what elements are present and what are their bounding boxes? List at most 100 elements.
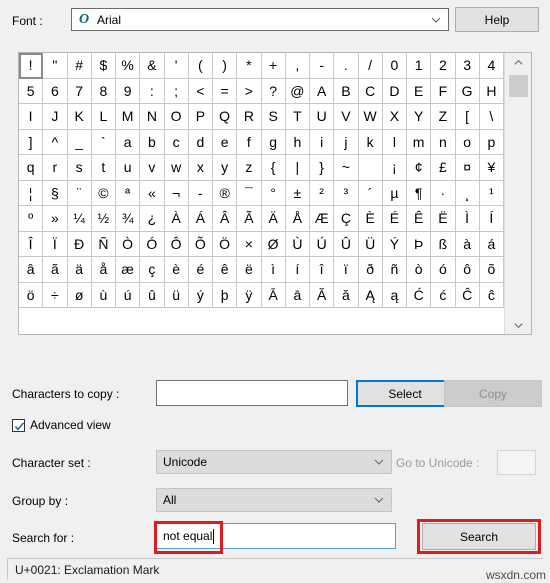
character-cell[interactable]: 8	[91, 78, 116, 104]
character-cell[interactable]: |	[285, 155, 310, 181]
character-cell[interactable]: ë	[237, 257, 262, 283]
character-cell[interactable]: Y	[407, 104, 432, 130]
character-cell[interactable]: ç	[140, 257, 165, 283]
character-cell[interactable]: k	[358, 129, 383, 155]
character-cell[interactable]: *	[237, 53, 262, 79]
character-cell[interactable]: Ä	[261, 206, 286, 232]
character-cell[interactable]: <	[188, 78, 213, 104]
character-cell[interactable]: ã	[43, 257, 68, 283]
character-cell[interactable]: Û	[334, 231, 359, 257]
character-cell[interactable]	[358, 155, 383, 181]
character-cell[interactable]: û	[140, 282, 165, 308]
character-cell[interactable]: ć	[431, 282, 456, 308]
character-cell[interactable]: Ý	[382, 231, 407, 257]
character-cell[interactable]: ą	[382, 282, 407, 308]
character-cell[interactable]: Ê	[407, 206, 432, 232]
character-cell[interactable]: x	[188, 155, 213, 181]
character-cell[interactable]: '	[164, 53, 189, 79]
character-cell[interactable]: O	[164, 104, 189, 130]
character-cell[interactable]: ð	[358, 257, 383, 283]
character-cell[interactable]: À	[164, 206, 189, 232]
character-cell[interactable]: e	[213, 129, 238, 155]
character-cell[interactable]: Ô	[164, 231, 189, 257]
character-cell[interactable]: 5	[19, 78, 44, 104]
character-cell[interactable]: g	[261, 129, 286, 155]
character-cell[interactable]: n	[431, 129, 456, 155]
character-cell[interactable]: ÷	[43, 282, 68, 308]
character-cell[interactable]: /	[358, 53, 383, 79]
character-cell[interactable]: ¸	[455, 180, 480, 206]
character-cell[interactable]: l	[382, 129, 407, 155]
font-combobox[interactable]: O Arial	[71, 8, 449, 31]
character-cell[interactable]: Þ	[407, 231, 432, 257]
character-cell[interactable]: ê	[213, 257, 238, 283]
character-cell[interactable]: ¹	[479, 180, 504, 206]
select-button[interactable]: Select	[356, 380, 454, 407]
character-cell[interactable]: ª	[116, 180, 141, 206]
character-cell[interactable]: Å	[285, 206, 310, 232]
character-cell[interactable]: s	[67, 155, 92, 181]
character-cell[interactable]: í	[285, 257, 310, 283]
character-set-combobox[interactable]: Unicode	[156, 450, 392, 474]
character-cell[interactable]: i	[310, 129, 335, 155]
character-cell[interactable]: 6	[43, 78, 68, 104]
character-cell[interactable]: ¼	[67, 206, 92, 232]
character-cell[interactable]: §	[43, 180, 68, 206]
character-cell[interactable]: £	[431, 155, 456, 181]
scroll-thumb[interactable]	[509, 75, 528, 97]
character-cell[interactable]: é	[188, 257, 213, 283]
character-cell[interactable]: a	[116, 129, 141, 155]
character-cell[interactable]: î	[310, 257, 335, 283]
character-cell[interactable]: ¯	[237, 180, 262, 206]
character-cell[interactable]: þ	[213, 282, 238, 308]
group-by-combobox[interactable]: All	[156, 488, 392, 512]
character-cell[interactable]: Ø	[261, 231, 286, 257]
character-cell[interactable]: õ	[479, 257, 504, 283]
character-cell[interactable]: y	[213, 155, 238, 181]
advanced-view-row[interactable]: Advanced view	[12, 418, 111, 432]
character-cell[interactable]: q	[19, 155, 44, 181]
character-cell[interactable]: Æ	[310, 206, 335, 232]
character-cell[interactable]: r	[43, 155, 68, 181]
character-cell[interactable]: >	[237, 78, 262, 104]
character-cell[interactable]: f	[237, 129, 262, 155]
character-cell[interactable]: L	[91, 104, 116, 130]
character-cell[interactable]: á	[479, 231, 504, 257]
character-cell[interactable]: z	[237, 155, 262, 181]
character-cell[interactable]: w	[164, 155, 189, 181]
character-cell[interactable]: ¨	[67, 180, 92, 206]
character-cell[interactable]: h	[285, 129, 310, 155]
character-cell[interactable]: ù	[91, 282, 116, 308]
character-cell[interactable]: «	[140, 180, 165, 206]
character-cell[interactable]: Ú	[310, 231, 335, 257]
character-cell[interactable]: è	[164, 257, 189, 283]
character-cell[interactable]: Ó	[140, 231, 165, 257]
character-cell[interactable]: æ	[116, 257, 141, 283]
character-cell[interactable]: ×	[237, 231, 262, 257]
character-cell[interactable]: J	[43, 104, 68, 130]
character-cell[interactable]: Ā	[261, 282, 286, 308]
character-cell[interactable]: W	[358, 104, 383, 130]
character-cell[interactable]: ø	[67, 282, 92, 308]
character-cell[interactable]: [	[455, 104, 480, 130]
character-cell[interactable]: Q	[213, 104, 238, 130]
character-cell[interactable]: {	[261, 155, 286, 181]
character-cell[interactable]: 3	[455, 53, 480, 79]
character-cell[interactable]: 4	[479, 53, 504, 79]
character-cell[interactable]: 9	[116, 78, 141, 104]
search-input[interactable]: not equal	[156, 523, 396, 549]
character-cell[interactable]: ì	[261, 257, 286, 283]
character-cell[interactable]: (	[188, 53, 213, 79]
character-cell[interactable]: v	[140, 155, 165, 181]
character-cell[interactable]: ú	[116, 282, 141, 308]
help-button[interactable]: Help	[455, 7, 539, 32]
character-cell[interactable]: Í	[479, 206, 504, 232]
character-cell[interactable]: ¾	[116, 206, 141, 232]
character-cell[interactable]: ±	[285, 180, 310, 206]
character-cell[interactable]: ß	[431, 231, 456, 257]
character-cell[interactable]: Ü	[358, 231, 383, 257]
character-cell[interactable]: H	[479, 78, 504, 104]
character-cell[interactable]: å	[91, 257, 116, 283]
character-cell[interactable]: -	[310, 53, 335, 79]
character-cell[interactable]: ´	[358, 180, 383, 206]
